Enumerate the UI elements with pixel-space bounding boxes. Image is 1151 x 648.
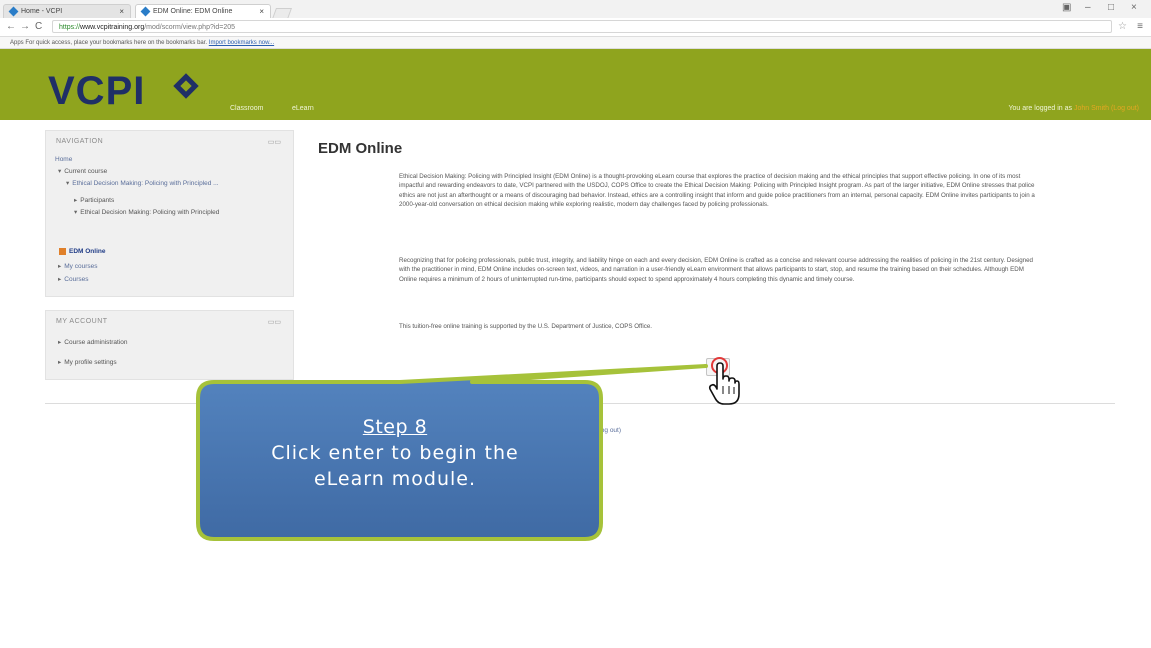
close-tab-icon[interactable]: × [259,5,264,19]
site-favicon-icon [8,6,19,17]
nav-active-edm-online[interactable]: EDM Online [59,248,105,255]
nav-course-link[interactable]: ▾ Ethical Decision Making: Policing with … [66,179,219,187]
back-arrow-icon[interactable]: ← [6,21,16,32]
footer-divider [45,403,1115,404]
import-bookmarks-link[interactable]: Import bookmarks now... [209,40,274,46]
reload-icon[interactable]: C [35,21,42,32]
page-title: EDM Online [318,140,403,157]
description-paragraph-3: This tuition-free online training is sup… [399,323,653,330]
close-window-icon[interactable]: × [1131,2,1137,13]
logout-link[interactable]: (Log out) [1111,105,1139,112]
tab-label: EDM Online: EDM Online [153,8,233,15]
nav-my-courses[interactable]: ▸ My courses [58,262,98,270]
nav-classroom[interactable]: Classroom [230,105,263,112]
logo-diamond-icon [173,73,199,99]
maximize-icon[interactable]: □ [1108,2,1114,13]
hand-pointer-cursor-icon [708,362,740,405]
collapsed-caret-icon: ▸ [58,339,62,346]
site-logo[interactable]: VCPI [48,69,145,114]
nav-elearn[interactable]: eLearn [292,105,314,112]
scorm-package-icon [59,248,66,255]
callout-line-2: eLearn module. [313,468,477,490]
url-scheme: https:// [59,24,81,31]
url-path: /mod/scorm/view.php?id=205 [144,24,236,31]
collapsed-caret-icon: ▸ [74,197,78,204]
expand-caret-icon: ▾ [74,209,78,216]
close-tab-icon[interactable]: × [119,5,124,19]
nav-course-administration[interactable]: ▸ Course administration [58,338,128,346]
expand-caret-icon: ▾ [66,180,70,187]
nav-section[interactable]: ▾ Ethical Decision Making: Policing with … [74,208,219,216]
tab-home[interactable]: Home - VCPI × [3,4,131,18]
footer-logout-link[interactable]: (Log out) [595,427,621,434]
description-paragraph-1: Ethical Decision Making: Policing with P… [399,173,1035,209]
bookmarks-bar-text: Apps For quick access, place your bookma… [10,40,208,46]
url-host: www.vcpitraining.org [80,24,145,31]
nav-participants[interactable]: ▸ Participants [74,196,114,204]
browser-tab-strip: Home - VCPI × EDM Online: EDM Online × ▣… [0,0,1151,19]
address-bar-row: ← → C https://www.vcpitraining.org/mod/s… [0,18,1151,37]
tab-label: Home - VCPI [21,8,63,15]
browser-menu-icon[interactable]: ≡ [1137,21,1143,32]
block-title: MY ACCOUNT [56,318,108,325]
login-info: You are logged in as John Smith (Log out… [1008,105,1139,112]
url-input[interactable]: https://www.vcpitraining.org/mod/scorm/v… [52,20,1112,33]
callout-bubble [196,364,708,541]
block-collapse-icon[interactable]: ▭▭ [268,138,281,146]
user-profile-icon[interactable]: ▣ [1062,2,1071,13]
collapsed-caret-icon: ▸ [58,263,62,270]
nav-current-course[interactable]: ▾ Current course [58,167,107,175]
user-link[interactable]: John Smith [1074,105,1109,112]
nav-home-link[interactable]: Home [55,156,72,163]
logged-in-prefix: You are logged in as [1008,105,1073,112]
collapsed-caret-icon: ▸ [58,276,62,283]
callout-step: Step 8 [362,416,428,438]
minimize-icon[interactable]: – [1085,2,1091,13]
description-paragraph-2: Recognizing that for policing profession… [399,257,1033,283]
site-favicon-icon [140,6,151,17]
callout-text: Step 8 Click enter to begin the eLearn m… [200,416,590,492]
tab-edm-online[interactable]: EDM Online: EDM Online × [135,4,271,18]
callout-line-1: Click enter to begin the [271,442,519,464]
bookmark-star-icon[interactable]: ☆ [1118,21,1127,32]
site-header: VCPI Classroom eLearn You are logged in … [0,49,1151,120]
expand-caret-icon: ▾ [58,168,62,175]
forward-arrow-icon[interactable]: → [20,21,30,32]
bookmarks-bar: Apps For quick access, place your bookma… [0,37,1151,49]
nav-courses[interactable]: ▸ Courses [58,275,88,283]
block-collapse-icon[interactable]: ▭▭ [268,318,281,326]
block-title: NAVIGATION [56,138,104,145]
nav-profile-settings[interactable]: ▸ My profile settings [58,358,117,366]
collapsed-caret-icon: ▸ [58,359,62,366]
